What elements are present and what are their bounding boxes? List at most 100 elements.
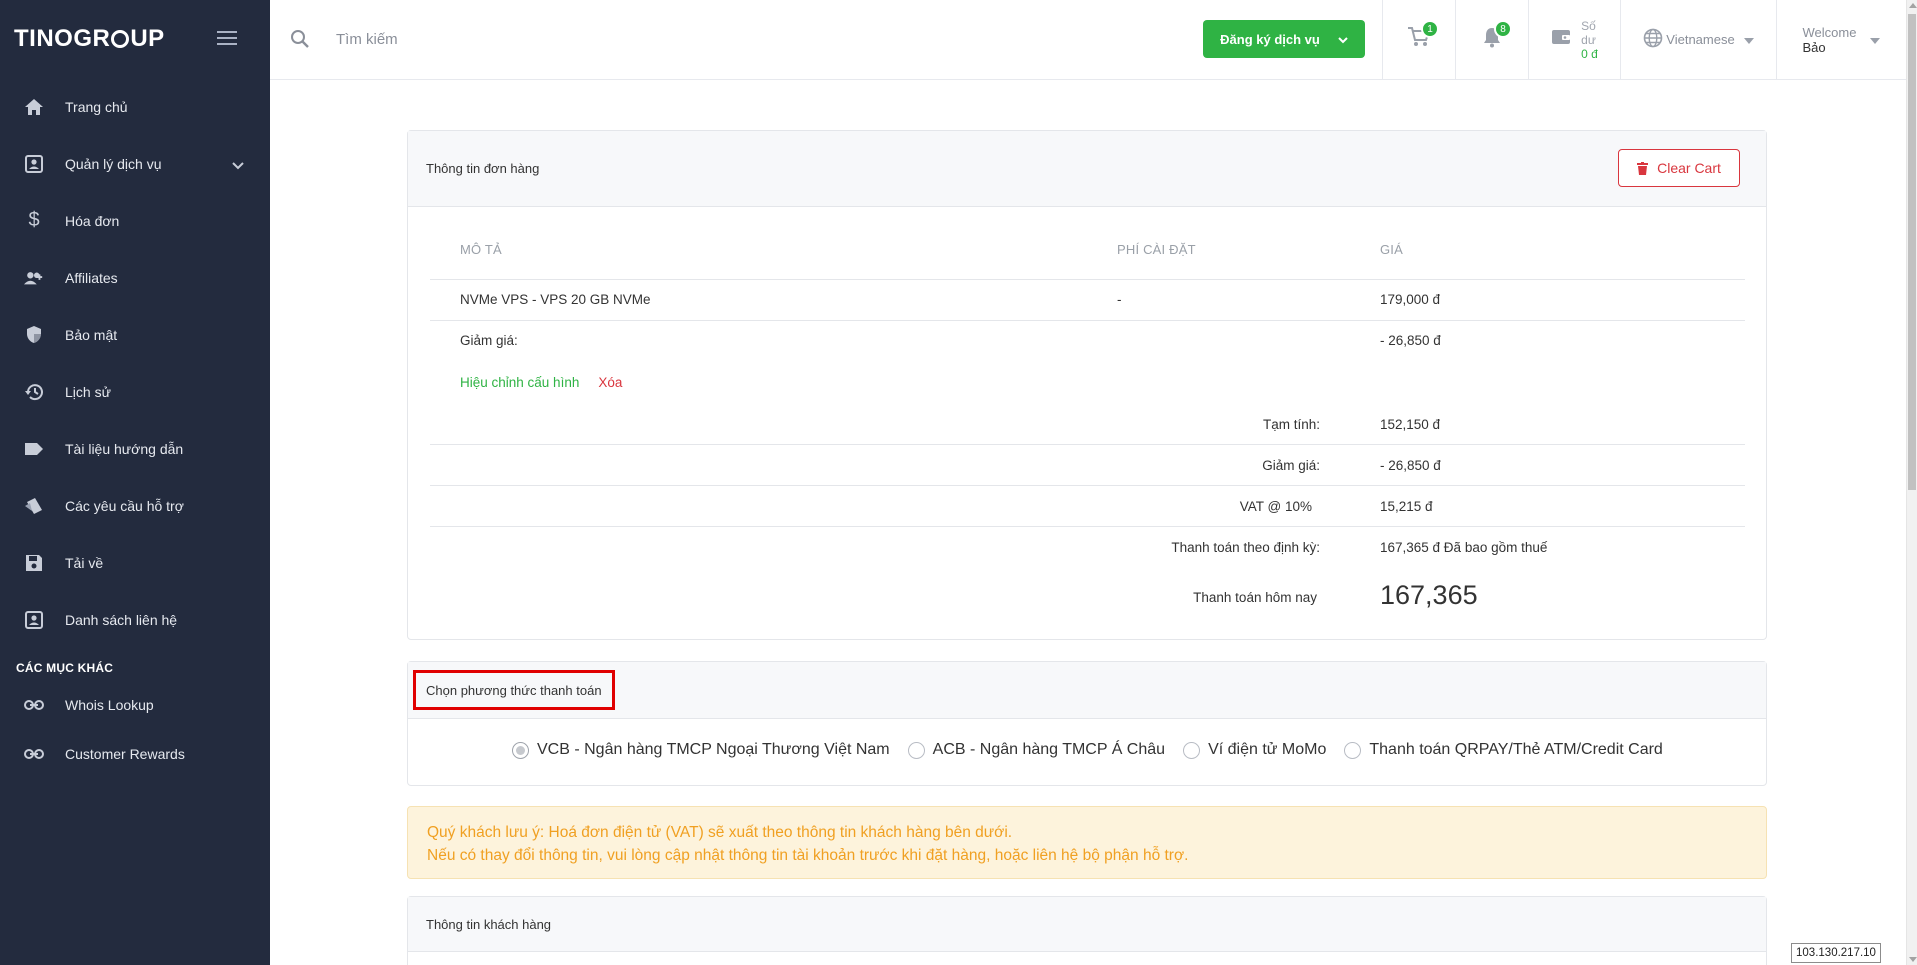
customer-info-header: Thông tin khách hàng (408, 897, 1766, 952)
vertical-scrollbar[interactable] (1906, 0, 1917, 965)
summary-label: VAT @ 10% (1239, 499, 1312, 514)
notification-count-badge: 8 (1494, 20, 1512, 38)
radio-selected[interactable] (512, 741, 529, 759)
dollar-icon: $ (28, 209, 40, 231)
payment-option-qrpay[interactable]: Thanh toán QRPAY/Thẻ ATM/Credit Card (1344, 741, 1663, 759)
sidebar-item-rewards[interactable]: Customer Rewards (0, 729, 270, 778)
logo-row: TINOGR UP (0, 0, 270, 78)
today-total-label: Thanh toán hôm nay (1193, 590, 1317, 605)
order-info-card: Thông tin đơn hàng Clear Cart MÔ TẢ PHÍ … (407, 130, 1767, 640)
payment-options: VCB - Ngân hàng TMCP Ngoại Thương Việt N… (512, 741, 1681, 759)
sidebar-item-home[interactable]: Trang chủ (0, 78, 270, 135)
tino-group-logo[interactable]: TINOGR UP (14, 25, 165, 53)
today-total-value: 167,365 (1380, 580, 1478, 610)
payment-method-card: Chọn phương thức thanh toán VCB - Ngân h… (407, 661, 1767, 786)
shield-icon (24, 325, 44, 345)
summary-label: Thanh toán theo định kỳ: (1171, 540, 1320, 555)
sidebar-item-whois[interactable]: Whois Lookup (0, 680, 270, 729)
order-info-header: Thông tin đơn hàng Clear Cart (408, 131, 1766, 207)
sidebar-item-history[interactable]: Lịch sử (0, 363, 270, 420)
radio[interactable] (907, 741, 925, 759)
notice-line-1: Quý khách lưu ý: Hoá đơn điện tử (VAT) s… (427, 824, 1013, 841)
account-box-icon (24, 154, 44, 174)
label-icon (24, 439, 44, 459)
item-price: 179,000 đ (1380, 292, 1441, 307)
user-menu[interactable]: Welcome Bảo (1776, 0, 1906, 79)
sidebar-item-label: Whois Lookup (65, 696, 154, 713)
summary-row: VAT @ 10% 15,215 đ (430, 486, 1745, 527)
balance-widget[interactable]: Số dư 0 đ (1528, 0, 1620, 79)
sidebar-item-support[interactable]: Các yêu cầu hỗ trợ (0, 477, 270, 534)
ticket-icon (24, 496, 44, 516)
item-actions-row: Hiệu chỉnh cấu hình Xóa Tạm tính: 152,150… (430, 362, 1745, 445)
column-header-price: GIÁ (1380, 242, 1403, 257)
payment-option-acb[interactable]: ACB - Ngân hàng TMCP Á Châu (907, 741, 1165, 759)
language-label: Vietnamese (1666, 32, 1735, 47)
ip-address-tooltip: 103.130.217.10 (1791, 943, 1881, 963)
scroll-down-arrow-icon[interactable] (1909, 957, 1917, 962)
welcome-label: Welcome (1802, 24, 1857, 40)
sidebar: TINOGR UP Trang chủ Quản lý dịch vụ $ Hóa… (0, 0, 270, 965)
sidebar-nav: Trang chủ Quản lý dịch vụ $ Hóa đơn Affi… (0, 78, 270, 648)
user-name: Bảo (1802, 39, 1826, 55)
people-add-icon (24, 268, 44, 288)
caret-down-icon (1743, 32, 1754, 47)
sidebar-item-label: Lịch sử (65, 383, 111, 400)
notice-line-2: Nếu có thay đổi thông tin, vui lòng cập … (427, 847, 1189, 864)
discount-row: Giảm giá: - 26,850 đ (430, 321, 1745, 362)
register-service-button[interactable]: Đăng ký dịch vụ (1203, 20, 1365, 58)
vat-notice-alert: Quý khách lưu ý: Hoá đơn điện tử (VAT) s… (407, 806, 1767, 879)
scroll-up-arrow-icon[interactable] (1909, 3, 1917, 8)
search-icon[interactable] (290, 29, 310, 54)
section-title-other: CÁC MỤC KHÁC (16, 661, 114, 675)
table-header-row: MÔ TẢ PHÍ CÀI ĐẶT GIÁ (430, 207, 1745, 280)
home-icon (24, 97, 44, 117)
remove-item-link[interactable]: Xóa (598, 375, 622, 390)
sidebar-item-security[interactable]: Bảo mật (0, 306, 270, 363)
radio[interactable] (1344, 741, 1362, 759)
edit-config-link[interactable]: Hiệu chỉnh cấu hình (460, 375, 579, 390)
clear-cart-button[interactable]: Clear Cart (1618, 149, 1740, 187)
sidebar-item-label: Trang chủ (65, 98, 128, 115)
sidebar-item-label: Tải về (65, 554, 104, 571)
payment-method-header: Chọn phương thức thanh toán (408, 662, 1766, 719)
link-icon (24, 695, 44, 715)
sidebar-item-label: Quản lý dịch vụ (65, 155, 162, 172)
cart-button[interactable]: 1 (1382, 0, 1455, 79)
language-selector[interactable]: Vietnamese (1620, 0, 1776, 79)
summary-row: Giảm giá: - 26,850 đ (430, 445, 1745, 486)
summary-value: 152,150 đ (1380, 417, 1441, 432)
customer-info-card: Thông tin khách hàng (407, 896, 1767, 965)
menu-toggle-icon[interactable] (217, 31, 237, 45)
discount-label: Giảm giá: (460, 333, 518, 348)
sidebar-item-label: Hóa đơn (65, 212, 120, 229)
wallet-icon (1551, 28, 1571, 51)
balance: Số dư 0 đ (1551, 19, 1598, 61)
chevron-down-icon[interactable] (232, 157, 244, 173)
summary-value: - 26,850 đ (1380, 458, 1441, 473)
payment-option-momo[interactable]: Ví điện tử MoMo (1183, 741, 1326, 759)
sidebar-item-services[interactable]: Quản lý dịch vụ (0, 135, 270, 192)
sidebar-item-docs[interactable]: Tài liệu hướng dẫn (0, 420, 270, 477)
radio[interactable] (1183, 741, 1201, 759)
sidebar-item-downloads[interactable]: Tải về (0, 534, 270, 591)
caret-down-icon (1870, 32, 1881, 47)
summary-value: 167,365 đ Đã bao gồm thuế (1380, 540, 1548, 555)
today-total-row: Thanh toán hôm nay 167,365 (430, 568, 1745, 628)
summary-label: Giảm giá: (1262, 458, 1320, 473)
scrollbar-thumb[interactable] (1908, 14, 1916, 490)
sidebar-item-invoices[interactable]: $ Hóa đơn (0, 192, 270, 249)
sidebar-item-affiliates[interactable]: Affiliates (0, 249, 270, 306)
search-input[interactable] (336, 24, 736, 54)
table-row: NVMe VPS - VPS 20 GB NVMe - 179,000 đ (430, 280, 1745, 321)
history-icon (24, 382, 44, 402)
discount-price: - 26,850 đ (1380, 333, 1441, 348)
column-header-desc: MÔ TẢ (460, 242, 502, 257)
payment-method-title: Chọn phương thức thanh toán (413, 670, 615, 710)
save-icon (24, 553, 44, 573)
sidebar-item-contacts[interactable]: Danh sách liên hệ (0, 591, 270, 648)
notifications-button[interactable]: 8 (1455, 0, 1528, 79)
sidebar-other-nav: Whois Lookup Customer Rewards (0, 680, 270, 778)
sidebar-item-label: Danh sách liên hệ (65, 611, 178, 628)
payment-option-vcb[interactable]: VCB - Ngân hàng TMCP Ngoại Thương Việt N… (512, 741, 890, 759)
